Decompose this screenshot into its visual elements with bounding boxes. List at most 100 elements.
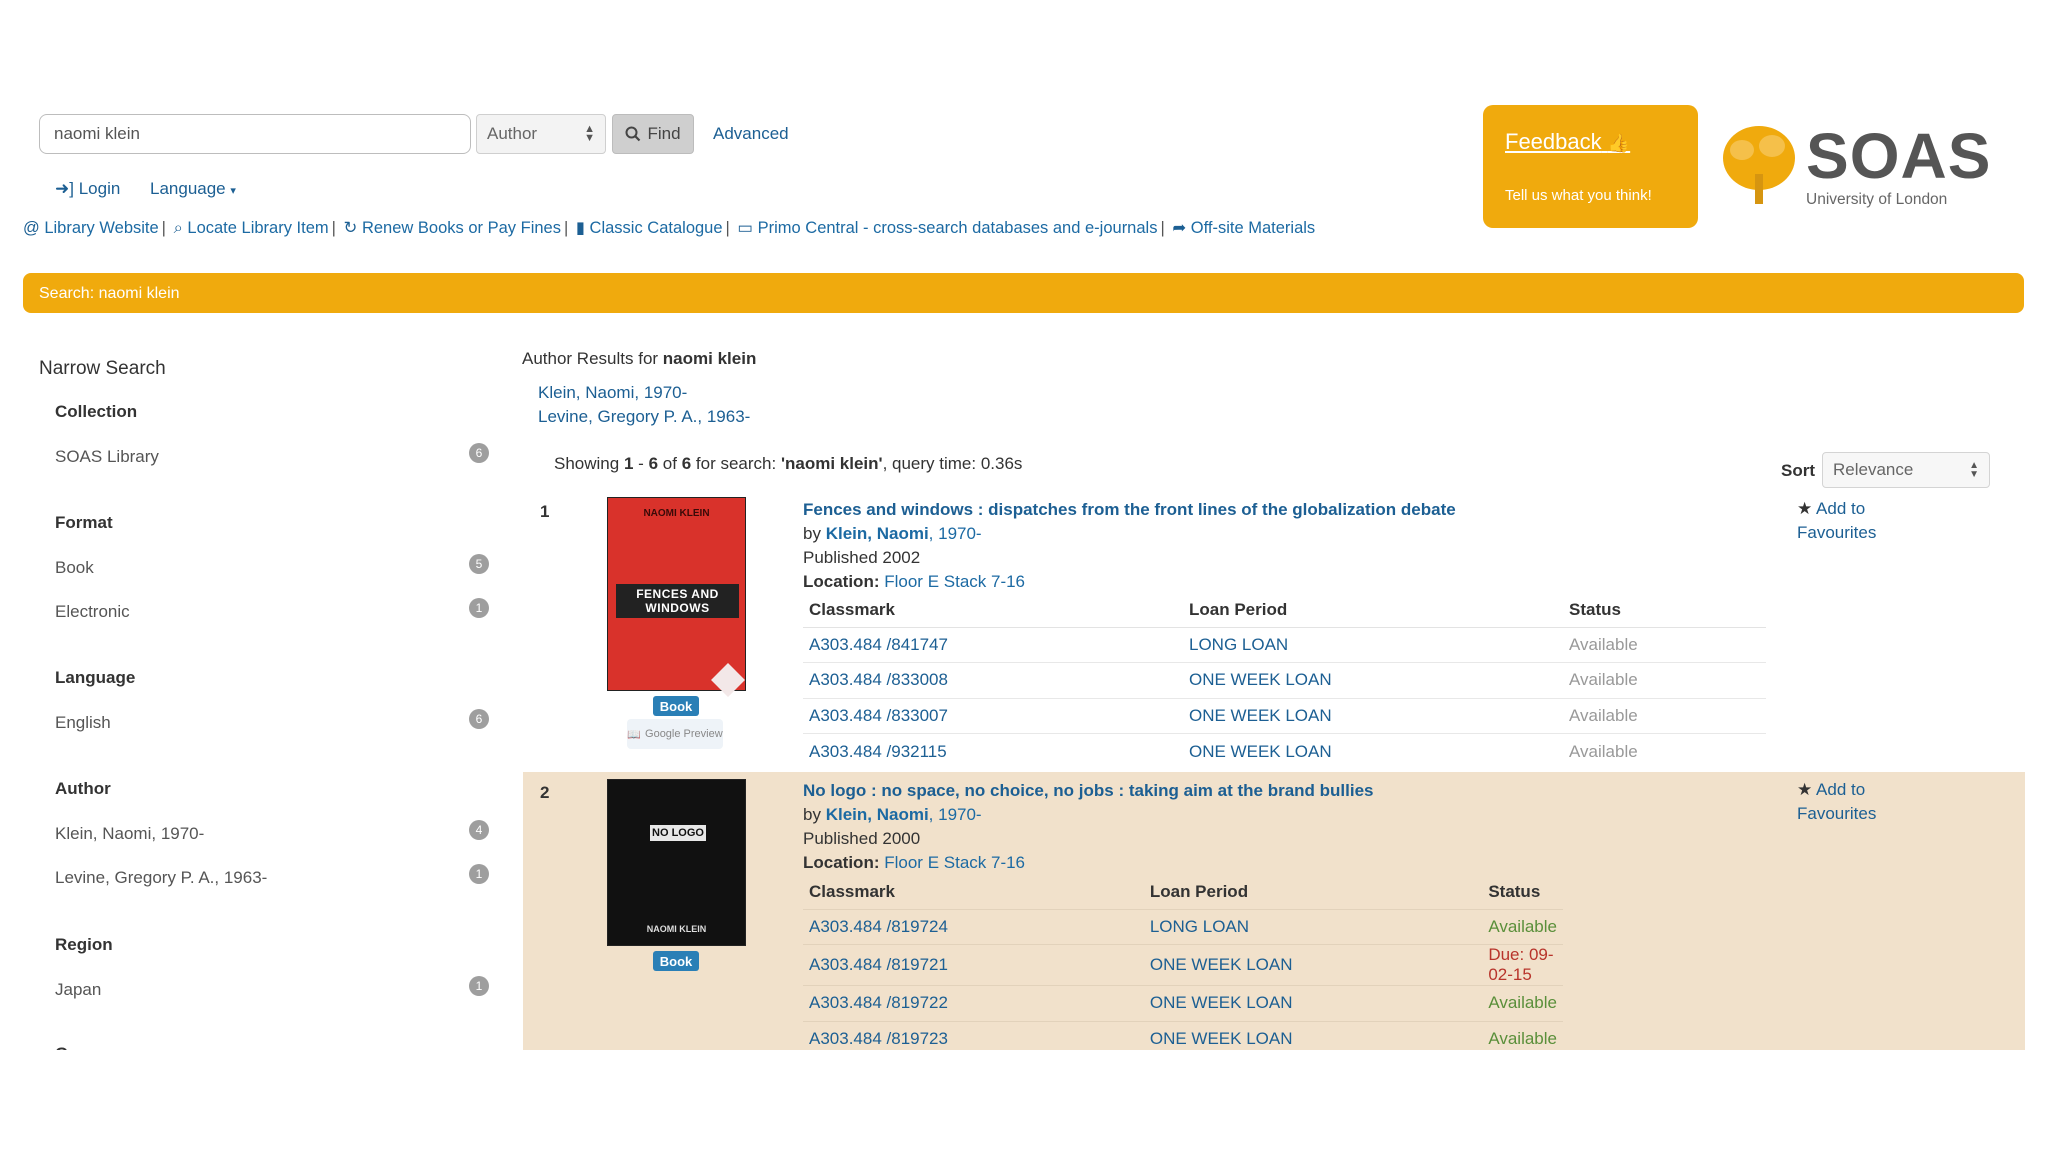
format-badge-book: Book xyxy=(653,951,699,971)
login-label: Login xyxy=(78,179,121,198)
search-input[interactable] xyxy=(39,114,471,154)
record-author: by Klein, Naomi, 1970- xyxy=(803,805,982,824)
table-row: A303.484 /841747 LONG LOAN Available xyxy=(803,627,1766,663)
monitor-icon: ▭ xyxy=(737,219,754,237)
loan-period: LONG LOAN xyxy=(1143,909,1483,945)
facet-count-badge: 4 xyxy=(469,820,489,840)
find-button[interactable]: Find xyxy=(612,114,694,154)
classmark-link[interactable]: A303.484 /819721 xyxy=(803,944,1144,986)
login-link[interactable]: ➜] Login xyxy=(55,179,120,199)
record-title-link[interactable]: No logo : no space, no choice, no jobs :… xyxy=(803,781,1374,801)
table-row: A303.484 /932115 ONE WEEK LOAN Available xyxy=(803,734,1766,770)
table-row: A303.484 /819721 ONE WEEK LOAN Due: 09-0… xyxy=(803,944,1563,986)
status: Available xyxy=(1569,741,1638,761)
quicklink-primo-central[interactable]: Primo Central - cross-search databases a… xyxy=(758,219,1158,237)
narrow-search-title: Narrow Search xyxy=(39,358,166,379)
results-query: naomi klein xyxy=(662,349,757,368)
status: Available xyxy=(1482,985,1563,1022)
record-location-link[interactable]: Floor E Stack 7-16 xyxy=(884,853,1025,872)
status: Available xyxy=(1563,662,1766,699)
star-icon: ★ xyxy=(1797,780,1813,799)
facet-heading-collection: Collection xyxy=(55,402,138,421)
record-author-link[interactable]: Klein, Naomi, 1970- xyxy=(826,805,982,824)
book-cover-no-logo[interactable]: NO LOGO NAOMI KLEIN xyxy=(607,779,746,946)
facet-item-klein[interactable]: Klein, Naomi, 1970- xyxy=(55,824,204,844)
classmark-link[interactable]: A303.484 /841747 xyxy=(803,627,1183,663)
search-type-value: Author xyxy=(487,124,538,143)
facet-item-english[interactable]: English xyxy=(55,713,111,733)
magnifier-icon xyxy=(625,126,641,142)
facet-count-badge: 6 xyxy=(469,709,489,729)
google-preview-button[interactable]: 📖 Google Preview xyxy=(627,719,723,749)
facet-count-badge: 1 xyxy=(469,864,489,884)
search-type-select[interactable]: Author ▲ ▼ xyxy=(476,114,606,154)
quicklink-locate-item[interactable]: Locate Library Item xyxy=(187,219,328,237)
loan-period: ONE WEEK LOAN xyxy=(1183,698,1563,734)
facet-item-soas-library[interactable]: SOAS Library xyxy=(55,447,159,467)
loan-period: LONG LOAN xyxy=(1183,627,1563,663)
find-label: Find xyxy=(647,124,681,143)
thumbs-up-icon: 👍 xyxy=(1607,133,1631,153)
quicklink-library-website[interactable]: Library Website xyxy=(44,219,158,237)
status: Available xyxy=(1563,627,1766,663)
facet-heading-format: Format xyxy=(55,513,113,532)
globe-icon: @ xyxy=(23,219,40,237)
loan-period: ONE WEEK LOAN xyxy=(1183,662,1563,699)
language-label: Language xyxy=(150,179,226,198)
classmark-link[interactable]: A303.484 /819722 xyxy=(803,985,1144,1022)
book-icon: ▮ xyxy=(575,219,585,237)
feedback-title[interactable]: Feedback 👍 xyxy=(1505,129,1630,155)
facet-item-levine[interactable]: Levine, Gregory P. A., 1963- xyxy=(55,868,267,888)
loan-period: ONE WEEK LOAN xyxy=(1143,985,1483,1022)
feedback-box[interactable]: Feedback 👍 Tell us what you think! xyxy=(1483,105,1698,228)
table-row: A303.484 /819722 ONE WEEK LOAN Available xyxy=(803,985,1563,1022)
status: Available xyxy=(1482,909,1563,945)
holdings-table: Classmark Loan Period Status A303.484 /8… xyxy=(803,875,1563,1057)
record-location: Location: Floor E Stack 7-16 xyxy=(803,572,1026,591)
holdings-header-row: Classmark Loan Period Status xyxy=(803,593,1766,628)
search-icon: ⌕ xyxy=(173,219,183,237)
breadcrumb: Search: naomi klein xyxy=(23,273,2024,313)
select-arrows-icon: ▲ ▼ xyxy=(1969,460,1979,480)
loan-period: ONE WEEK LOAN xyxy=(1189,741,1332,761)
advanced-search-link[interactable]: Advanced xyxy=(713,124,789,144)
facet-heading-region: Region xyxy=(55,935,113,954)
author-link-levine[interactable]: Levine, Gregory P. A., 1963- xyxy=(538,407,750,427)
classmark-link[interactable]: A303.484 /833008 xyxy=(803,662,1183,699)
sort-label: Sort xyxy=(1781,461,1815,480)
results-summary: Showing 1 - 6 of 6 for search: 'naomi kl… xyxy=(554,454,1023,473)
facet-count-badge: 1 xyxy=(469,976,489,996)
quicklink-offsite[interactable]: Off-site Materials xyxy=(1191,219,1315,237)
record-author-link[interactable]: Klein, Naomi, 1970- xyxy=(826,524,982,543)
share-icon: ➦ xyxy=(1172,219,1187,237)
record-location: Location: Floor E Stack 7-16 xyxy=(803,853,1026,872)
record-location-link[interactable]: Floor E Stack 7-16 xyxy=(884,572,1025,591)
facet-count-badge: 1 xyxy=(469,598,489,618)
column-header-classmark: Classmark xyxy=(803,593,1183,628)
status-due: Due: 09-02-15 xyxy=(1482,944,1563,986)
status: Available xyxy=(1563,698,1766,734)
book-cover-fences[interactable]: NAOMI KLEIN FENCES AND WINDOWS xyxy=(607,497,746,697)
language-dropdown[interactable]: Language ▾ xyxy=(150,179,236,199)
quicklink-classic-catalogue[interactable]: Classic Catalogue xyxy=(590,219,723,237)
facet-item-electronic[interactable]: Electronic xyxy=(55,602,130,622)
sort-value: Relevance xyxy=(1833,460,1914,479)
record-published: Published 2002 xyxy=(803,548,921,567)
record-number: 2 xyxy=(540,783,550,802)
facet-count-badge: 6 xyxy=(469,443,489,463)
facet-item-book[interactable]: Book xyxy=(55,558,94,578)
author-link-klein[interactable]: Klein, Naomi, 1970- xyxy=(538,383,687,403)
quicklink-renew[interactable]: Renew Books or Pay Fines xyxy=(362,219,561,237)
record-title-link[interactable]: Fences and windows : dispatches from the… xyxy=(803,500,1456,520)
classmark-link[interactable]: A303.484 /932115 xyxy=(803,734,1183,770)
holdings-table: Classmark Loan Period Status A303.484 /8… xyxy=(803,593,1766,769)
add-to-favourites-link[interactable]: ★ Add to Favourites xyxy=(1797,778,1876,826)
facet-item-japan[interactable]: Japan xyxy=(55,980,101,1000)
facet-count-badge: 5 xyxy=(469,554,489,574)
quicklinks-bar: @ Library Website | ⌕ Locate Library Item… xyxy=(23,219,1316,237)
add-to-favourites-link[interactable]: ★ Add to Favourites xyxy=(1797,497,1876,545)
classmark-link[interactable]: A303.484 /833007 xyxy=(803,698,1183,734)
table-row: A303.484 /833007 ONE WEEK LOAN Available xyxy=(803,698,1766,734)
sort-select[interactable]: Relevance ▲ ▼ xyxy=(1822,452,1990,488)
classmark-link[interactable]: A303.484 /819724 xyxy=(803,909,1144,945)
